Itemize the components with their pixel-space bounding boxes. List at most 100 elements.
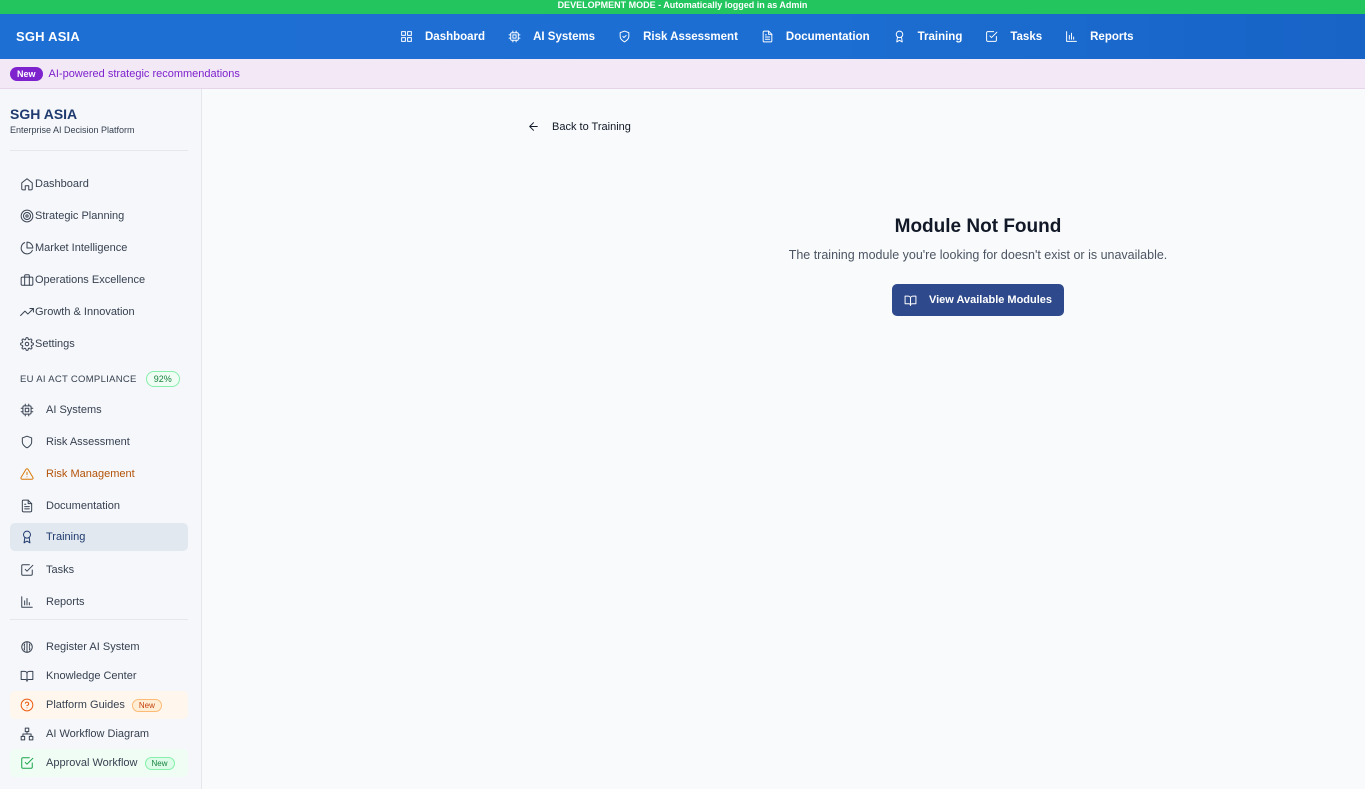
sidebar-item-ai-workflow-diagram[interactable]: AI Workflow Diagram: [10, 720, 188, 748]
topnav-item-ai-systems[interactable]: AI Systems: [508, 30, 595, 43]
sidebar-item-ai-systems[interactable]: AI Systems: [10, 396, 188, 424]
file-text-icon: [762, 30, 773, 43]
sidebar-item-strategic-planning[interactable]: Strategic Planning: [10, 202, 188, 230]
back-to-training-link[interactable]: Back to Training: [527, 120, 631, 133]
sidebar-item-label: Platform Guides: [46, 699, 125, 711]
grid-icon: [401, 31, 412, 42]
file-text-icon: [21, 499, 33, 513]
sidebar-item-approval-workflow[interactable]: Approval Workflow New: [10, 749, 188, 777]
sidebar-item-label: Strategic Planning: [35, 210, 125, 222]
sidebar-item-reports[interactable]: Reports: [10, 588, 188, 616]
new-badge: New: [10, 66, 43, 81]
new-badge: New: [131, 698, 162, 712]
sidebar-item-settings[interactable]: Settings: [10, 330, 188, 358]
check-square-icon: [21, 757, 34, 769]
sidebar-item-register-ai-system[interactable]: Register AI System: [10, 633, 188, 661]
sidebar-item-label: Knowledge Center: [46, 670, 137, 682]
book-open-icon: [20, 670, 34, 682]
sidebar-item-label: Market Intelligence: [35, 242, 128, 254]
gear-icon: [20, 337, 34, 351]
topnav-item-label: Tasks: [1010, 30, 1043, 43]
topnav-item-label: AI Systems: [533, 30, 596, 43]
warning-icon: [20, 468, 34, 480]
button-label: View Available Modules: [928, 294, 1053, 306]
not-found-message: The training module you're looking for d…: [788, 248, 1168, 262]
topnav-item-reports[interactable]: Reports: [1065, 30, 1134, 43]
sidebar-item-label: Training: [46, 531, 86, 543]
topnav-item-risk-assessment[interactable]: Risk Assessment: [618, 30, 738, 43]
sidebar-item-label: Reports: [46, 596, 85, 608]
dev-mode-banner: DEVELOPMENT MODE - Automatically logged …: [0, 0, 1365, 14]
topnav-item-tasks[interactable]: Tasks: [985, 30, 1042, 43]
sidebar-item-label: Risk Assessment: [46, 436, 130, 448]
check-square-icon: [986, 31, 998, 42]
divider: [10, 619, 188, 620]
shield-check-icon: [619, 30, 630, 43]
sidebar-item-documentation[interactable]: Documentation: [10, 492, 188, 520]
target-icon: [20, 209, 34, 223]
topnav-item-label: Dashboard: [425, 30, 486, 43]
sidebar-item-risk-assessment[interactable]: Risk Assessment: [10, 428, 188, 456]
topnav-item-label: Reports: [1090, 30, 1134, 43]
workflow-icon: [20, 727, 34, 741]
cpu-icon: [20, 403, 34, 417]
back-link-label: Back to Training: [552, 120, 631, 133]
trending-up-icon: [20, 308, 34, 316]
brain-icon: [21, 641, 33, 653]
sidebar-item-label: Risk Management: [46, 468, 135, 480]
sidebar-item-label: AI Systems: [46, 404, 102, 416]
top-nav-items: Dashboard AI Systems Risk Assessment Doc…: [400, 14, 1157, 59]
sidebar-item-label: Dashboard: [35, 178, 89, 190]
home-icon: [21, 178, 33, 191]
brand-logo[interactable]: SGH ASIA: [16, 29, 80, 44]
topnav-item-label: Documentation: [785, 30, 870, 43]
announcement-banner[interactable]: New AI-powered strategic recommendations: [0, 59, 1365, 89]
page-title: Module Not Found: [894, 216, 1062, 237]
shield-icon: [21, 435, 33, 449]
topnav-item-label: Risk Assessment: [643, 30, 738, 43]
compliance-label: EU AI ACT COMPLIANCE: [20, 373, 137, 385]
sidebar-item-platform-guides[interactable]: Platform Guides New: [10, 691, 188, 719]
topnav-item-training[interactable]: Training: [893, 30, 963, 43]
compliance-section-header: EU AI ACT COMPLIANCE 92%: [20, 371, 180, 387]
sidebar-item-label: AI Workflow Diagram: [46, 728, 150, 740]
sidebar-item-risk-management[interactable]: Risk Management: [10, 460, 188, 488]
view-available-modules-button[interactable]: View Available Modules: [892, 284, 1064, 316]
sidebar-item-label: Settings: [35, 338, 75, 350]
briefcase-icon: [20, 274, 34, 286]
arrow-left-icon: [529, 122, 538, 131]
sidebar-item-dashboard[interactable]: Dashboard: [10, 170, 188, 198]
bar-chart-icon: [1066, 31, 1077, 42]
sidebar-item-label: Approval Workflow: [46, 757, 138, 769]
award-icon: [23, 530, 31, 544]
sidebar-item-label: Tasks: [46, 564, 75, 576]
sidebar-item-label: Documentation: [46, 500, 120, 512]
topnav-item-dashboard[interactable]: Dashboard: [400, 30, 485, 43]
sidebar-item-knowledge-center[interactable]: Knowledge Center: [10, 662, 188, 690]
cpu-icon: [508, 30, 521, 43]
sidebar-item-label: Operations Excellence: [35, 274, 146, 286]
help-circle-icon: [20, 698, 34, 712]
sidebar-item-growth-innovation[interactable]: Growth & Innovation: [10, 298, 188, 326]
sidebar-item-tasks[interactable]: Tasks: [10, 556, 188, 584]
new-badge: New: [144, 756, 175, 770]
sidebar-item-operations-excellence[interactable]: Operations Excellence: [10, 266, 188, 294]
pie-chart-icon: [20, 241, 34, 255]
topnav-item-label: Training: [917, 30, 963, 43]
check-square-icon: [21, 564, 34, 576]
sidebar-item-label: Growth & Innovation: [35, 306, 135, 318]
compliance-percent-badge: 92%: [145, 371, 180, 387]
sidebar: SGH ASIA Enterprise AI Decision Platform…: [0, 89, 202, 789]
sidebar-item-market-intelligence[interactable]: Market Intelligence: [10, 234, 188, 262]
top-navigation: SGH ASIA Dashboard AI Systems Risk Asses…: [0, 14, 1365, 59]
award-icon: [895, 30, 903, 43]
divider: [10, 150, 188, 151]
sidebar-subtitle: Enterprise AI Decision Platform: [10, 125, 135, 135]
topnav-item-documentation[interactable]: Documentation: [761, 30, 870, 43]
bar-chart-icon: [21, 596, 33, 608]
announcement-text[interactable]: AI-powered strategic recommendations: [49, 68, 240, 80]
sidebar-item-label: Register AI System: [46, 641, 140, 653]
main-content: Back to Training Module Not Found The tr…: [202, 89, 1365, 789]
sidebar-title: SGH ASIA: [10, 106, 78, 122]
sidebar-item-training[interactable]: Training: [10, 523, 188, 551]
